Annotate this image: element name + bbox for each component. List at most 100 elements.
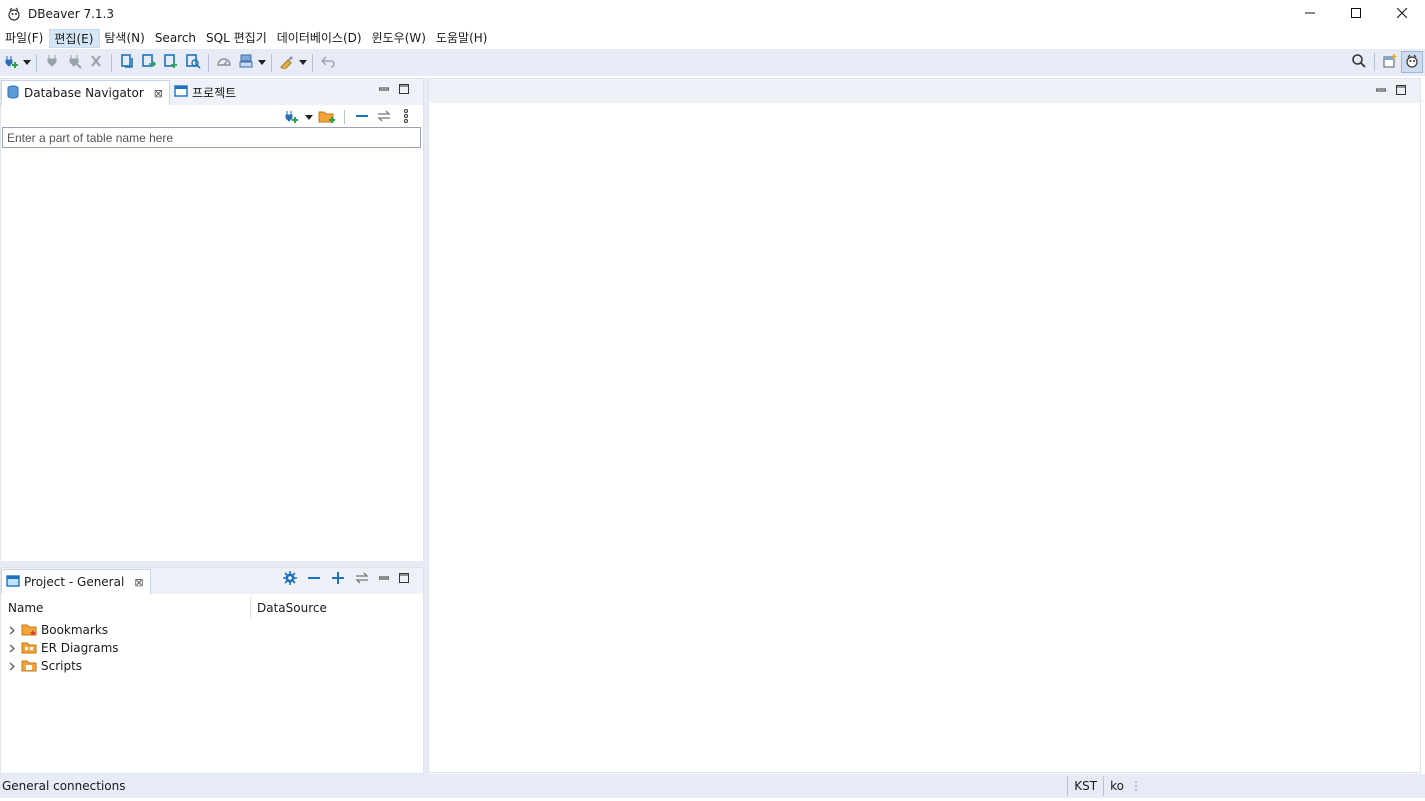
collapse-all-button[interactable] xyxy=(305,572,323,586)
new-connection-button[interactable] xyxy=(0,52,22,74)
link-with-editor-button[interactable] xyxy=(375,110,393,124)
scripts-folder-icon xyxy=(21,658,37,675)
sql-editor-icon xyxy=(238,53,254,72)
format-button[interactable] xyxy=(276,52,298,74)
chevron-right-icon[interactable] xyxy=(7,625,17,635)
project-table-header: Name DataSource xyxy=(1,596,423,620)
minimize-button[interactable] xyxy=(1287,0,1333,28)
minimize-panel-button[interactable] xyxy=(377,572,391,586)
maximize-icon xyxy=(1351,7,1361,21)
status-right: KST ko ⋮ xyxy=(1067,774,1142,798)
tab-database-navigator[interactable]: Database Navigator ⊠ xyxy=(1,80,171,105)
close-button[interactable] xyxy=(1379,0,1425,28)
gear-icon xyxy=(283,570,297,588)
table-filter-input[interactable] xyxy=(2,127,421,148)
transaction-mode-button[interactable] xyxy=(160,52,182,74)
title-bar: DBeaver 7.1.3 xyxy=(0,0,1425,28)
open-perspective-button[interactable] xyxy=(1379,51,1401,73)
new-connection-dropdown[interactable] xyxy=(304,106,314,128)
navigator-tab-bar: Database Navigator ⊠ 프로젝트 xyxy=(1,79,423,105)
tab-projects[interactable]: 프로젝트 xyxy=(170,80,242,105)
menu-sql-editor[interactable]: SQL 편집기 xyxy=(202,29,273,48)
menu-file[interactable]: 파일(F) xyxy=(1,29,49,48)
collapse-all-button[interactable] xyxy=(353,110,371,124)
menu-database[interactable]: 데이터베이스(D) xyxy=(273,29,368,48)
global-search-button[interactable] xyxy=(1348,51,1370,73)
tree-item-label: ER Diagrams xyxy=(41,641,119,655)
toolbar-separator xyxy=(344,110,345,124)
database-icon xyxy=(6,85,20,102)
format-dropdown[interactable] xyxy=(298,52,308,74)
new-connection-button[interactable] xyxy=(282,110,300,124)
tree-item-label: Bookmarks xyxy=(41,623,109,637)
maximize-panel-button[interactable] xyxy=(1394,84,1408,98)
minimize-icon xyxy=(378,83,390,97)
menu-navigate[interactable]: 탐색(N) xyxy=(100,29,150,48)
new-connection-dropdown[interactable] xyxy=(22,52,32,74)
toolbar-separator xyxy=(208,53,209,72)
minimize-panel-button[interactable] xyxy=(377,83,391,97)
menu-window[interactable]: 윈도우(W) xyxy=(368,29,432,48)
navigator-toolbar xyxy=(282,107,415,127)
menu-bar: 파일(F) 편집(E) 탐색(N) Search SQL 편집기 데이터베이스(… xyxy=(0,28,1425,49)
new-folder-icon xyxy=(318,108,336,127)
editor-panel-controls xyxy=(1374,84,1408,98)
tree-item-label: Scripts xyxy=(41,659,83,673)
dbeaver-perspective-button[interactable] xyxy=(1401,51,1423,73)
maximize-icon xyxy=(1396,84,1406,98)
column-header-name[interactable]: Name xyxy=(1,597,251,619)
back-button[interactable] xyxy=(317,52,339,74)
menu-edit[interactable]: 편집(E) xyxy=(49,29,101,48)
view-menu-button[interactable] xyxy=(397,108,415,126)
invalidate-button[interactable] xyxy=(85,52,107,74)
window-title: DBeaver 7.1.3 xyxy=(28,7,114,21)
tree-item-scripts[interactable]: Scripts xyxy=(7,657,119,675)
link-with-editor-button[interactable] xyxy=(353,572,371,586)
tree-item-er-diagrams[interactable]: ER Diagrams xyxy=(7,639,119,657)
maximize-panel-button[interactable] xyxy=(397,83,411,97)
dbeaver-perspective-icon xyxy=(1404,53,1420,72)
disconnect-button[interactable] xyxy=(63,52,85,74)
er-diagrams-folder-icon xyxy=(21,640,37,657)
chevron-right-icon[interactable] xyxy=(7,643,17,653)
maximize-button[interactable] xyxy=(1333,0,1379,28)
tab-database-navigator-label: Database Navigator xyxy=(24,86,144,100)
search-icon xyxy=(1351,53,1367,72)
tx-log-button[interactable] xyxy=(182,52,204,74)
menu-help[interactable]: 도움말(H) xyxy=(432,29,494,48)
new-folder-button[interactable] xyxy=(318,110,336,124)
dashboard-icon xyxy=(216,53,232,72)
column-header-datasource[interactable]: DataSource xyxy=(251,597,327,619)
sql-editor-dropdown[interactable] xyxy=(257,52,267,74)
configure-button[interactable] xyxy=(281,570,299,588)
close-tab-icon[interactable]: ⊠ xyxy=(134,576,143,589)
chevron-right-icon[interactable] xyxy=(7,661,17,671)
new-connection-icon xyxy=(283,108,299,127)
collapse-all-icon xyxy=(355,109,369,126)
sql-editor-button[interactable] xyxy=(235,52,257,74)
format-icon xyxy=(279,53,295,72)
project-icon xyxy=(6,574,20,591)
rollback-button[interactable] xyxy=(138,52,160,74)
close-icon xyxy=(1396,7,1408,21)
connect-button[interactable] xyxy=(41,52,63,74)
maximize-panel-button[interactable] xyxy=(397,572,411,586)
status-grip-icon: ⋮ xyxy=(1130,779,1142,793)
commit-button[interactable] xyxy=(116,52,138,74)
main-toolbar xyxy=(0,49,1425,76)
minimize-panel-button[interactable] xyxy=(1374,84,1388,98)
toolbar-separator xyxy=(312,53,313,72)
tx-log-icon xyxy=(185,53,201,72)
tab-project-general[interactable]: Project - General ⊠ xyxy=(1,569,151,594)
dashboard-button[interactable] xyxy=(213,52,235,74)
invalidate-icon xyxy=(88,53,104,72)
transaction-mode-icon xyxy=(163,53,179,72)
expand-all-button[interactable] xyxy=(329,571,347,586)
close-tab-icon[interactable]: ⊠ xyxy=(154,87,163,100)
more-vertical-icon xyxy=(403,108,409,126)
menu-search[interactable]: Search xyxy=(151,29,202,48)
minimize-icon xyxy=(1375,84,1387,98)
maximize-icon xyxy=(399,572,409,586)
tree-item-bookmarks[interactable]: Bookmarks xyxy=(7,621,119,639)
toolbar-separator xyxy=(271,53,272,72)
